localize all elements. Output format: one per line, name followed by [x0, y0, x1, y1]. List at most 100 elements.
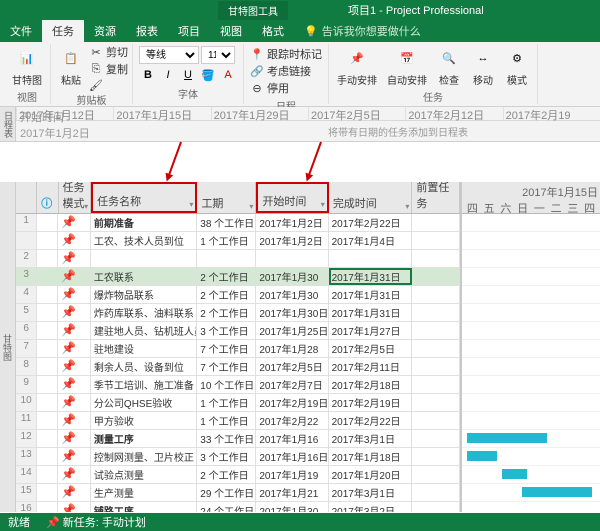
format-painter-button[interactable]: 🖌 [89, 78, 128, 92]
cell-end[interactable]: 2017年2月18日 [329, 376, 413, 393]
cell-rownum[interactable]: 5 [16, 304, 37, 321]
cell-indicator[interactable] [37, 502, 58, 512]
table-row[interactable]: 5📌炸药库联系、油料联系2 个工作日2017年1月30日2017年1月31日 [16, 304, 460, 322]
cell-pred[interactable] [412, 304, 460, 321]
table-row[interactable]: 3📌工农联系2 个工作日2017年1月302017年1月31日 [16, 268, 460, 286]
cell-indicator[interactable] [37, 268, 58, 285]
cell-start[interactable]: 2017年2月7日 [256, 376, 328, 393]
col-rownum[interactable] [16, 182, 37, 213]
gantt-bar[interactable] [467, 451, 497, 461]
underline-button[interactable]: U [179, 66, 197, 84]
paste-button[interactable]: 📋 粘贴 [55, 44, 87, 89]
cell-mode[interactable]: 📌 [58, 358, 91, 375]
col-task-name[interactable]: 任务名称▾ [91, 182, 197, 213]
deactivate-button[interactable]: ⊖停用 [250, 80, 322, 96]
table-row[interactable]: 12📌测量工序33 个工作日2017年1月162017年3月1日 [16, 430, 460, 448]
cell-mode[interactable]: 📌 [58, 214, 91, 231]
cell-pred[interactable] [412, 340, 460, 357]
table-row[interactable]: 8📌剩余人员、设备到位7 个工作日2017年2月5日2017年2月11日 [16, 358, 460, 376]
cell-duration[interactable]: 24 个工作日 [197, 502, 256, 512]
cell-rownum[interactable]: 15 [16, 484, 37, 501]
cell-duration[interactable]: 3 个工作日 [197, 448, 256, 465]
cell-start[interactable] [256, 250, 328, 267]
tell-me[interactable]: 💡告诉我你想要做什么 [304, 23, 421, 39]
cell-name[interactable]: 前期准备 [91, 214, 197, 231]
gantt-chart-button[interactable]: 📊 甘特图 [8, 44, 46, 89]
cell-rownum[interactable]: 10 [16, 394, 37, 411]
cell-rownum[interactable]: 1 [16, 214, 37, 231]
cell-end[interactable]: 2017年1月31日 [329, 286, 413, 303]
tab-resource[interactable]: 资源 [84, 20, 126, 42]
italic-button[interactable]: I [159, 66, 177, 84]
cell-start[interactable]: 2017年1月25日 [256, 322, 328, 339]
cell-pred[interactable] [412, 214, 460, 231]
cell-mode[interactable]: 📌 [58, 250, 91, 267]
table-row[interactable]: 14📌试验点测量2 个工作日2017年1月192017年1月20日 [16, 466, 460, 484]
timeline[interactable]: 日程表 开始时间2017年1月2日 2017年1月12日2017年1月15日20… [0, 107, 600, 142]
bold-button[interactable]: B [139, 66, 157, 84]
cell-indicator[interactable] [37, 250, 58, 267]
cell-duration[interactable]: 7 个工作日 [197, 358, 256, 375]
inspect-button[interactable]: 🔍检查 [433, 44, 465, 89]
cell-rownum[interactable]: 12 [16, 430, 37, 447]
cell-rownum[interactable]: 2 [16, 250, 37, 267]
table-row[interactable]: 7📌驻地建设7 个工作日2017年1月282017年2月5日 [16, 340, 460, 358]
cell-duration[interactable]: 29 个工作日 [197, 484, 256, 501]
cell-end[interactable]: 2017年1月31日 [329, 304, 413, 321]
cell-name[interactable]: 生产测量 [91, 484, 197, 501]
cell-duration[interactable]: 2 个工作日 [197, 268, 256, 285]
cell-mode[interactable]: 📌 [58, 340, 91, 357]
cell-mode[interactable]: 📌 [58, 304, 91, 321]
cell-start[interactable]: 2017年1月19 [256, 466, 328, 483]
cell-duration[interactable]: 10 个工作日 [197, 376, 256, 393]
gantt-bar[interactable] [467, 433, 547, 443]
tab-file[interactable]: 文件 [0, 20, 42, 42]
cell-duration[interactable]: 2 个工作日 [197, 286, 256, 303]
cell-pred[interactable] [412, 250, 460, 267]
cell-name[interactable]: 炸药库联系、油料联系 [91, 304, 197, 321]
cell-end[interactable]: 2017年2月22日 [329, 412, 413, 429]
tab-task[interactable]: 任务 [42, 20, 84, 42]
cell-duration[interactable]: 1 个工作日 [197, 394, 256, 411]
cell-duration[interactable]: 2 个工作日 [197, 466, 256, 483]
cell-indicator[interactable] [37, 214, 58, 231]
cell-end[interactable]: 2017年2月5日 [329, 340, 413, 357]
cell-indicator[interactable] [37, 376, 58, 393]
col-finish[interactable]: 完成时间▾ [329, 182, 413, 213]
cell-indicator[interactable] [37, 322, 58, 339]
cell-duration[interactable]: 33 个工作日 [197, 430, 256, 447]
cell-start[interactable]: 2017年1月30日 [256, 304, 328, 321]
cell-mode[interactable]: 📌 [58, 430, 91, 447]
table-row[interactable]: 2📌 [16, 250, 460, 268]
cell-end[interactable]: 2017年2月11日 [329, 358, 413, 375]
cell-mode[interactable]: 📌 [58, 502, 91, 512]
cell-rownum[interactable]: 16 [16, 502, 37, 512]
cell-pred[interactable] [412, 430, 460, 447]
cell-pred[interactable] [412, 232, 460, 249]
table-row[interactable]: 4📌爆炸物品联系2 个工作日2017年1月302017年1月31日 [16, 286, 460, 304]
gantt-bar[interactable] [522, 487, 592, 497]
cell-indicator[interactable] [37, 358, 58, 375]
cut-button[interactable]: ✂剪切 [89, 44, 128, 60]
cell-start[interactable]: 2017年2月19日 [256, 394, 328, 411]
cell-end[interactable]: 2017年2月22日 [329, 214, 413, 231]
move-button[interactable]: ↔移动 [467, 44, 499, 89]
cell-mode[interactable]: 📌 [58, 448, 91, 465]
cell-name[interactable]: 驻地建设 [91, 340, 197, 357]
cell-mode[interactable]: 📌 [58, 232, 91, 249]
cell-start[interactable]: 2017年2月5日 [256, 358, 328, 375]
cell-duration[interactable]: 1 个工作日 [197, 232, 256, 249]
cell-mode[interactable]: 📌 [58, 376, 91, 393]
cell-name[interactable]: 控制网测量、卫片校正 [91, 448, 197, 465]
cell-end[interactable] [329, 250, 413, 267]
cell-indicator[interactable] [37, 304, 58, 321]
cell-name[interactable]: 工农、技术人员到位 [91, 232, 197, 249]
cell-start[interactable]: 2017年1月30 [256, 502, 328, 512]
cell-mode[interactable]: 📌 [58, 484, 91, 501]
cell-mode[interactable]: 📌 [58, 412, 91, 429]
cell-pred[interactable] [412, 376, 460, 393]
cell-pred[interactable] [412, 358, 460, 375]
cell-start[interactable]: 2017年1月2日 [256, 214, 328, 231]
cell-rownum[interactable]: 11 [16, 412, 37, 429]
table-row[interactable]: 16📌铺路工序24 个工作日2017年1月302017年3月2日 [16, 502, 460, 512]
